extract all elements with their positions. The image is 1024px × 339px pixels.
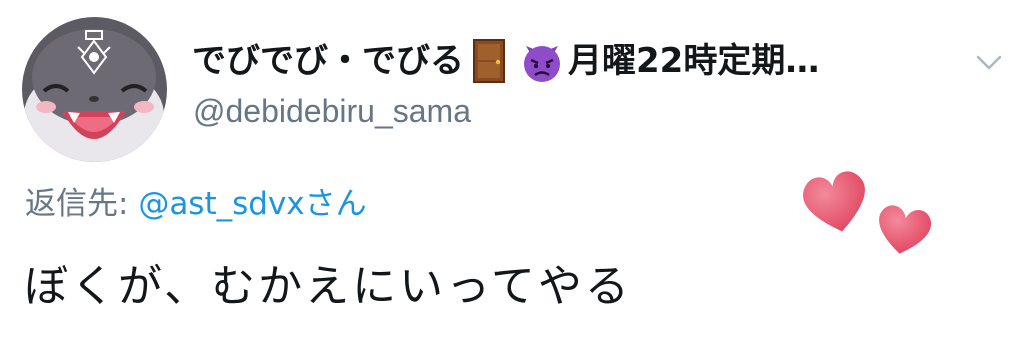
two-hearts-icon — [796, 166, 946, 258]
chevron-down-icon[interactable] — [972, 48, 1006, 76]
display-name-text: でびでび・でびる — [192, 41, 464, 81]
reply-label: 返信先: — [25, 186, 139, 222]
angry-devil-icon — [520, 38, 564, 84]
avatar[interactable] — [22, 17, 167, 162]
user-handle[interactable]: @debidebiru_sama — [193, 88, 471, 134]
door-emoji-icon — [468, 38, 512, 84]
reply-target-link[interactable]: @ast_sdvxさん — [138, 186, 366, 222]
reply-context: 返信先: @ast_sdvxさん — [25, 182, 367, 226]
display-name-suffix: 月曜22時定期… — [568, 41, 820, 81]
display-name[interactable]: でびでび・でびる 月曜22時定期… — [192, 36, 819, 86]
tweet-text: ぼくが、むかえにいってやる — [24, 261, 632, 312]
